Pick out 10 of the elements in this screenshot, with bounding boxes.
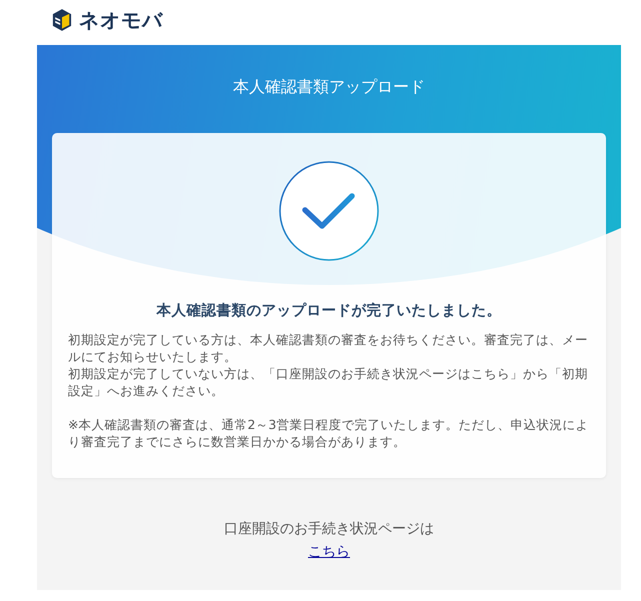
page-title: 本人確認書類アップロード — [233, 77, 425, 97]
review-note: ※本人確認書類の審査は、通常2～3営業日程度で完了いたします。ただし、申込状況により審査完了までにさらに数営業日かかる場合があります。 — [68, 416, 590, 450]
info-paragraph: 初期設定が完了している方は、本人確認書類の審査をお待ちください。審査完了は、メールにてお知らせいたします。 — [68, 331, 589, 365]
status-page-link[interactable]: こちら — [308, 543, 350, 561]
info-paragraph: 初期設定が完了していない方は、「口座開設のお手続き状況ページはこちら」から「初期設定」へお進みください。 — [68, 365, 589, 399]
status-page-text: 口座開設のお手続き状況ページは — [224, 520, 434, 538]
check-circle-icon — [279, 161, 379, 261]
cube-icon — [52, 9, 72, 31]
completion-heading: 本人確認書類のアップロードが完了いたしました。 — [156, 301, 502, 321]
logo-text: ネオモバ — [79, 8, 163, 32]
